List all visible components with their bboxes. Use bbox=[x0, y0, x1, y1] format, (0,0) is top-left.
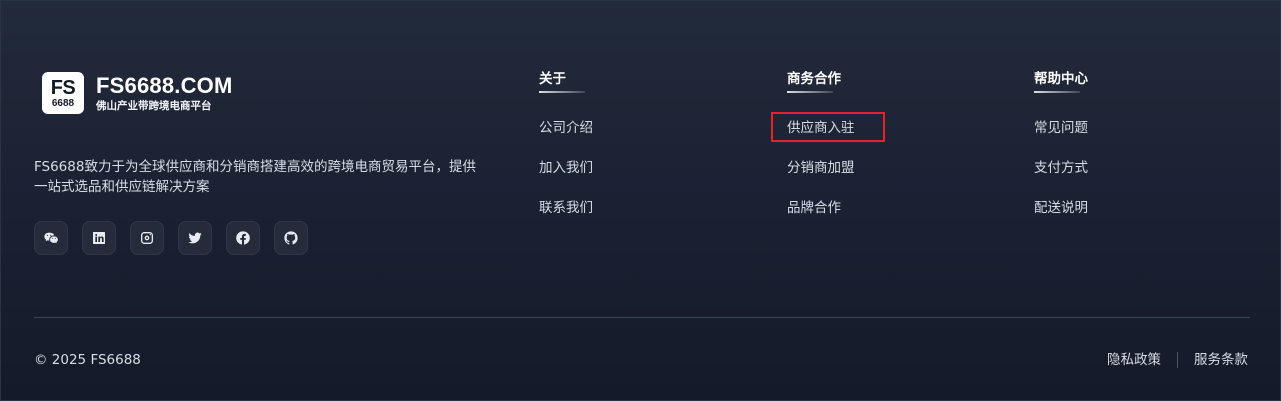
footer-link-distributor-join[interactable]: 分销商加盟 bbox=[787, 158, 855, 178]
brand-tagline: 佛山产业带跨境电商平台 bbox=[96, 99, 212, 112]
terms-of-service-link[interactable]: 服务条款 bbox=[1194, 351, 1248, 369]
column-title-underline bbox=[787, 91, 833, 93]
footer-column-help: 帮助中心 常见问题 支付方式 配送说明 bbox=[1034, 70, 1088, 238]
twitter-link[interactable] bbox=[178, 221, 212, 255]
footer-link-label: 公司介绍 bbox=[539, 120, 593, 136]
wechat-link[interactable] bbox=[34, 221, 68, 255]
wechat-icon bbox=[44, 232, 58, 244]
logo-mark-text-top: FS bbox=[50, 76, 76, 99]
footer-column-about: 关于 公司介绍 加入我们 联系我们 bbox=[539, 70, 593, 238]
column-links-about: 公司介绍 加入我们 联系我们 bbox=[539, 118, 593, 218]
footer-link-label: 加入我们 bbox=[539, 160, 593, 176]
brand-text: FS6688.COM 佛山产业带跨境电商平台 bbox=[96, 72, 233, 112]
footer-link-shipping-info[interactable]: 配送说明 bbox=[1034, 198, 1088, 218]
legal-links: 隐私政策 服务条款 bbox=[1107, 351, 1248, 369]
twitter-icon bbox=[188, 232, 202, 244]
privacy-policy-link[interactable]: 隐私政策 bbox=[1107, 351, 1161, 369]
brand-logo-link[interactable]: FS 6688 FS6688.COM 佛山产业带跨境电商平台 bbox=[42, 72, 233, 114]
column-title-business: 商务合作 bbox=[787, 71, 841, 87]
column-title-underline bbox=[1034, 91, 1080, 93]
column-title-about: 关于 bbox=[539, 71, 566, 87]
footer-link-join-us[interactable]: 加入我们 bbox=[539, 158, 593, 178]
footer-link-company-intro[interactable]: 公司介绍 bbox=[539, 118, 593, 138]
footer-link-label: 常见问题 bbox=[1034, 120, 1088, 136]
github-icon bbox=[284, 231, 298, 245]
brand-name: FS6688.COM bbox=[96, 72, 233, 98]
footer-link-label: 供应商入驻 bbox=[787, 120, 855, 136]
column-links-help: 常见问题 支付方式 配送说明 bbox=[1034, 118, 1088, 218]
social-links bbox=[34, 221, 308, 255]
footer-link-label: 配送说明 bbox=[1034, 200, 1088, 216]
column-links-business: 供应商入驻 分销商加盟 品牌合作 bbox=[771, 112, 885, 218]
footer-divider bbox=[34, 317, 1250, 318]
footer-link-label: 分销商加盟 bbox=[787, 160, 855, 176]
facebook-icon bbox=[236, 231, 250, 245]
instagram-link[interactable] bbox=[130, 221, 164, 255]
footer-link-payment-methods[interactable]: 支付方式 bbox=[1034, 158, 1088, 178]
footer-column-business: 商务合作 供应商入驻 分销商加盟 品牌合作 bbox=[771, 70, 885, 238]
legal-separator bbox=[1177, 352, 1178, 368]
column-title-help: 帮助中心 bbox=[1034, 71, 1088, 87]
copyright-text: © 2025 FS6688 bbox=[34, 352, 141, 368]
instagram-icon bbox=[141, 232, 153, 244]
footer-link-contact-us[interactable]: 联系我们 bbox=[539, 198, 593, 218]
brand-intro-text: FS6688致力于为全球供应商和分销商搭建高效的跨境电商贸易平台，提供一站式选品… bbox=[34, 159, 476, 195]
footer-link-supplier-join[interactable]: 供应商入驻 bbox=[771, 112, 885, 142]
linkedin-icon bbox=[93, 232, 105, 244]
brand-logo-mark: FS 6688 bbox=[42, 72, 84, 114]
footer-link-label: 支付方式 bbox=[1034, 160, 1088, 176]
footer-link-label: 品牌合作 bbox=[787, 200, 841, 216]
github-link[interactable] bbox=[274, 221, 308, 255]
footer-link-faq[interactable]: 常见问题 bbox=[1034, 118, 1088, 138]
facebook-link[interactable] bbox=[226, 221, 260, 255]
footer-link-brand-partnership[interactable]: 品牌合作 bbox=[787, 198, 855, 218]
logo-mark-text-bottom: 6688 bbox=[51, 97, 75, 109]
footer-link-label: 联系我们 bbox=[539, 200, 593, 216]
column-title-underline bbox=[539, 91, 585, 93]
linkedin-link[interactable] bbox=[82, 221, 116, 255]
site-footer: FS 6688 FS6688.COM 佛山产业带跨境电商平台 FS6688致力于… bbox=[0, 0, 1281, 401]
